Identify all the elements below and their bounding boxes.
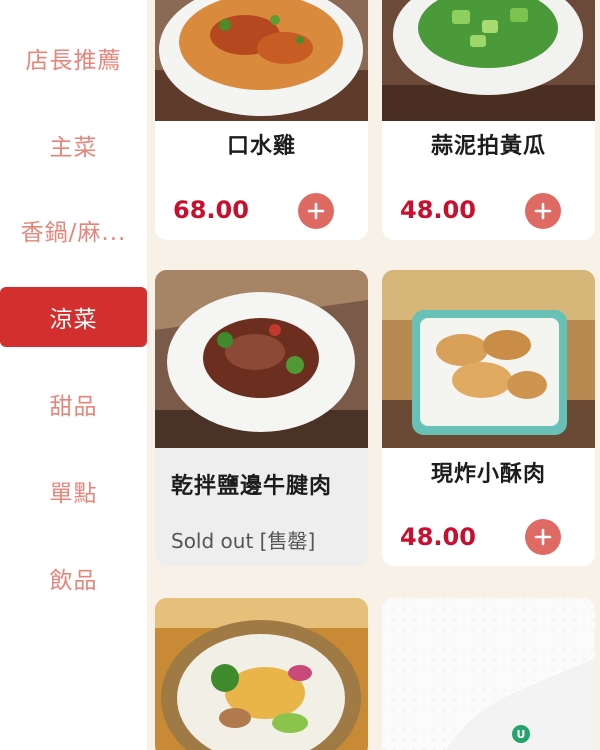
menu-card[interactable]: 蒜泥拍黃瓜 48.00	[382, 0, 595, 240]
dish-price: 48.00	[400, 523, 476, 551]
app-badge-icon[interactable]: U	[512, 725, 530, 743]
beef-shank-dish-image	[155, 270, 368, 448]
plus-icon	[534, 528, 552, 546]
category-a-la-carte[interactable]: 單點	[0, 461, 147, 521]
category-chef-recommend[interactable]: 店長推薦	[0, 28, 147, 88]
menu-card[interactable]: 口水雞 68.00	[155, 0, 368, 240]
dish-name: 現炸小酥肉	[430, 462, 546, 487]
noodle-salad-dish-image	[155, 598, 368, 750]
add-to-cart-button[interactable]	[525, 193, 561, 229]
dish-name: 乾拌鹽邊牛腱肉	[171, 474, 333, 499]
category-main-dishes[interactable]: 主菜	[0, 115, 147, 175]
category-sidebar: 店長推薦 主菜 香鍋/麻... 涼菜 甜品 單點 飲品	[0, 0, 147, 750]
add-to-cart-button[interactable]	[525, 519, 561, 555]
sold-out-label: Sold out [售罄]	[171, 529, 316, 553]
dish-name: 蒜泥拍黃瓜	[430, 134, 546, 159]
menu-card[interactable]: 現炸小酥肉 48.00	[382, 270, 595, 566]
fried-pork-dish-image	[382, 270, 595, 448]
dish-price: 48.00	[400, 196, 476, 224]
category-dry-pot[interactable]: 香鍋/麻...	[0, 200, 147, 260]
app-root: 店長推薦 主菜 香鍋/麻... 涼菜 甜品 單點 飲品 口水雞 68.00 蒜泥…	[0, 0, 600, 750]
add-to-cart-button[interactable]	[298, 193, 334, 229]
dish-name: 口水雞	[226, 134, 296, 159]
menu-card[interactable]	[155, 598, 368, 750]
plus-icon	[307, 202, 325, 220]
dish-price: 68.00	[173, 196, 249, 224]
category-drinks[interactable]: 飲品	[0, 548, 147, 608]
plus-icon	[534, 202, 552, 220]
chili-chicken-dish-image	[155, 0, 368, 121]
placeholder-pattern-image	[382, 598, 595, 750]
menu-card-placeholder[interactable]	[382, 598, 595, 750]
cucumber-salad-dish-image	[382, 0, 595, 121]
category-cold-dishes[interactable]: 涼菜	[0, 287, 147, 347]
category-desserts[interactable]: 甜品	[0, 374, 147, 434]
menu-card[interactable]: 乾拌鹽邊牛腱肉 Sold out [售罄]	[155, 270, 368, 566]
